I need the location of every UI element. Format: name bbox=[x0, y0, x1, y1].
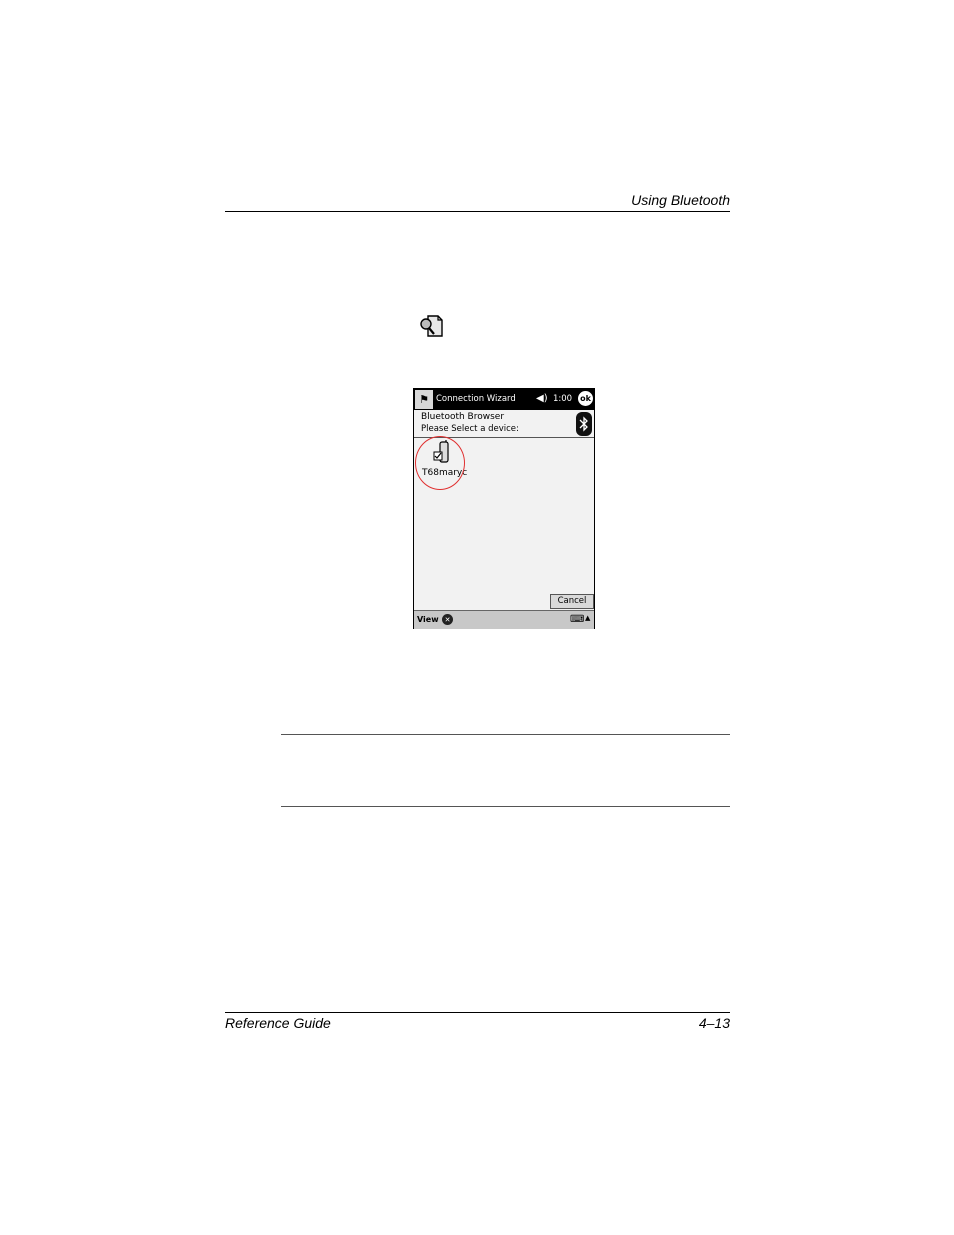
window-title: Connection Wizard bbox=[436, 394, 516, 404]
page-number: 4–13 bbox=[698, 1015, 730, 1031]
header-rule bbox=[225, 211, 730, 212]
command-bar: View ✕ ⌨ ▲ bbox=[414, 610, 594, 629]
title-bar: ⚑ Connection Wizard ◀) 1:00 ok bbox=[414, 389, 594, 410]
note-top-rule bbox=[281, 734, 730, 735]
close-icon[interactable]: ✕ bbox=[442, 614, 453, 625]
selection-highlight-circle bbox=[415, 436, 465, 490]
bluetooth-icon bbox=[576, 412, 592, 436]
bluetooth-browser-icon bbox=[420, 315, 443, 337]
cancel-button[interactable]: Cancel bbox=[550, 594, 594, 609]
input-menu-arrow-icon[interactable]: ▲ bbox=[585, 614, 590, 622]
clock: 1:00 bbox=[553, 394, 573, 404]
pocketpc-screen: ⚑ Connection Wizard ◀) 1:00 ok Bluetooth… bbox=[413, 388, 595, 629]
view-menu[interactable]: View bbox=[417, 615, 439, 624]
keyboard-icon[interactable]: ⌨ bbox=[570, 614, 584, 625]
browser-subtitle: Please Select a device: bbox=[421, 424, 519, 434]
ok-button[interactable]: ok bbox=[578, 391, 593, 406]
footer-rule bbox=[225, 1012, 730, 1013]
browser-title: Bluetooth Browser bbox=[421, 412, 505, 422]
running-head: Using Bluetooth bbox=[631, 192, 730, 208]
speaker-icon[interactable]: ◀) bbox=[536, 393, 548, 404]
footer-title: Reference Guide bbox=[225, 1015, 331, 1031]
start-menu-flag-icon[interactable]: ⚑ bbox=[415, 390, 433, 409]
note-bottom-rule bbox=[281, 806, 730, 807]
